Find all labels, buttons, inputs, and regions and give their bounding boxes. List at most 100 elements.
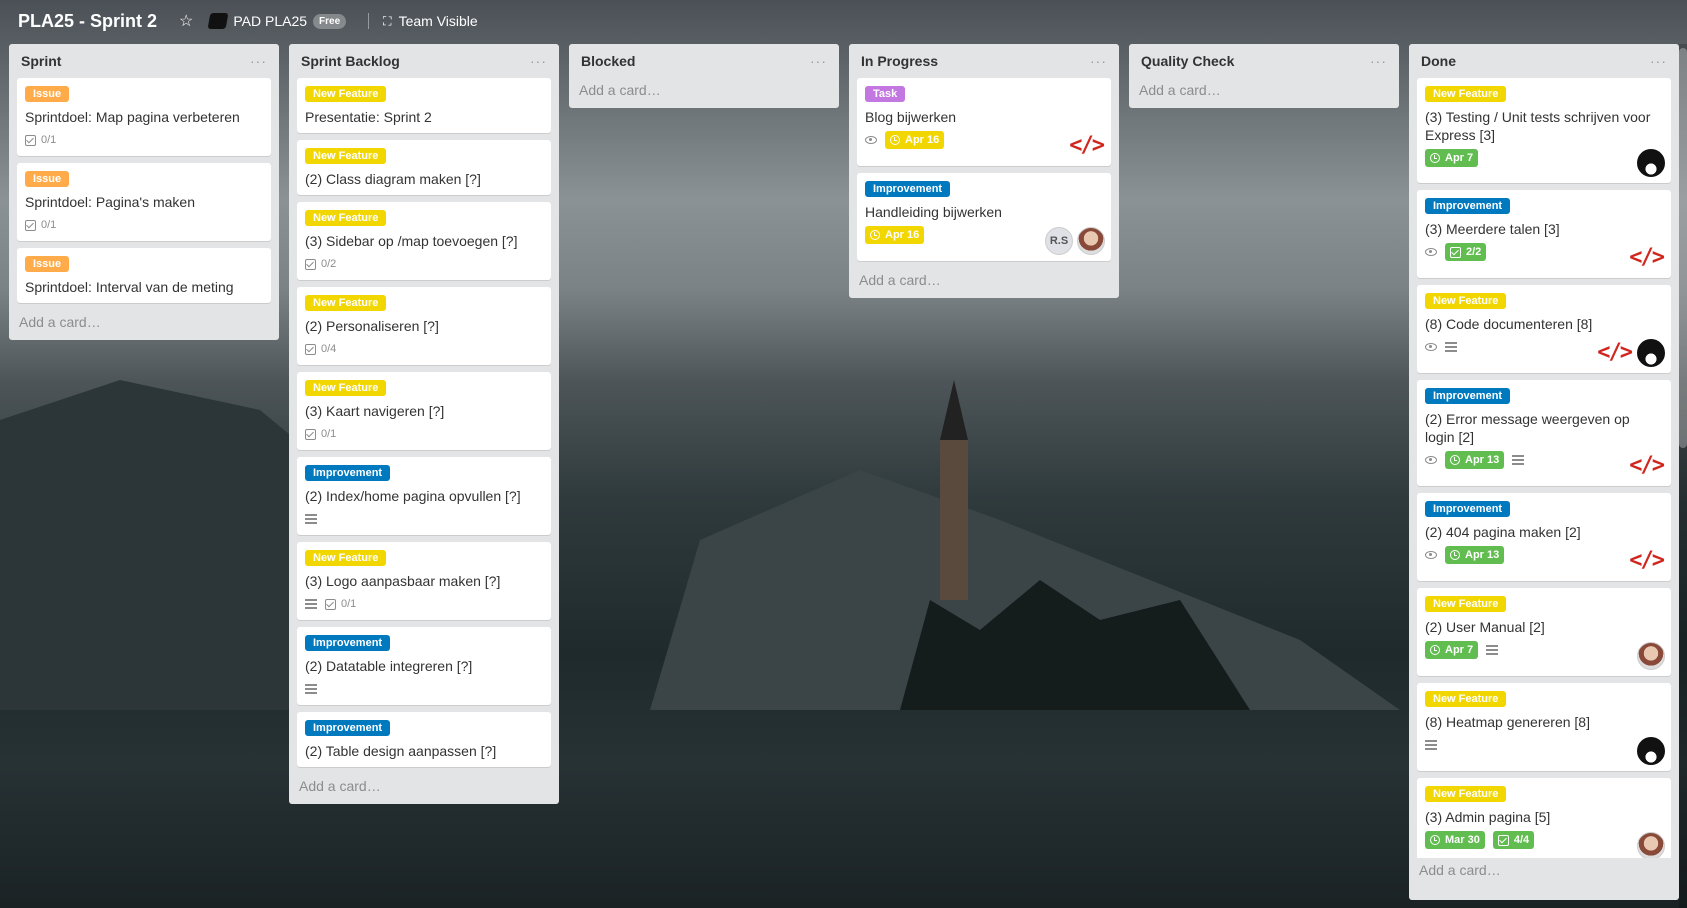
card[interactable]: Issue Sprintdoel: Pagina's maken 0/1 (17, 163, 271, 241)
due-date-badge[interactable]: Mar 30 (1425, 831, 1485, 849)
visibility-button[interactable]: ⛶ Team Visible (383, 13, 478, 29)
card[interactable]: Task Blog bijwerken Apr 16 </> (857, 78, 1111, 166)
card[interactable]: New Feature (3) Testing / Unit tests schr… (1417, 78, 1671, 183)
card[interactable]: Improvement (2) 404 pagina maken [2] Apr 1… (1417, 493, 1671, 581)
due-date-badge[interactable]: Apr 13 (1445, 546, 1505, 564)
team-icon: ⛶ (383, 13, 392, 28)
due-date-badge[interactable]: Apr 7 (1425, 149, 1479, 167)
card-label: New Feature (1425, 596, 1507, 612)
due-date-badge[interactable]: Apr 16 (865, 226, 925, 244)
board-scrollbar-thumb[interactable] (1679, 48, 1687, 448)
list-done: Done ··· New Feature (3) Testing / Unit te… (1409, 44, 1679, 900)
add-card-button[interactable]: Add a card… (297, 774, 551, 796)
card-title: (3) Meerdere talen [3] (1425, 221, 1560, 237)
code-icon: </> (1629, 245, 1665, 270)
checklist-icon (305, 258, 316, 270)
card-title: (3) Logo aanpasbaar maken [?] (305, 573, 501, 589)
add-card-button[interactable]: Add a card… (17, 310, 271, 332)
card-title: (3) Admin pagina [5] (1425, 809, 1551, 825)
code-icon: </> (1629, 548, 1665, 573)
member-avatar[interactable] (1637, 339, 1665, 367)
clock-icon (1430, 835, 1440, 845)
org-logo-icon (207, 13, 229, 29)
checklist-badge: 2/2 (1445, 243, 1487, 261)
star-icon[interactable]: ☆ (179, 11, 193, 31)
card-label: Issue (25, 86, 70, 102)
card[interactable]: Improvement (2) Datatable integreren [?] (297, 627, 551, 705)
card[interactable]: Improvement (2) Table design aanpassen [?… (297, 712, 551, 767)
checklist-badge: 0/2 (305, 258, 336, 270)
card[interactable]: New Feature (8) Heatmap genereren [8] (1417, 683, 1671, 771)
card[interactable]: Issue Sprintdoel: Interval van de meting (17, 248, 271, 303)
card[interactable]: Improvement (2) Index/home pagina opvulle… (297, 457, 551, 535)
org-button[interactable]: PAD PLA25 Free (207, 13, 347, 29)
card[interactable]: Issue Sprintdoel: Map pagina verbeteren 0/… (17, 78, 271, 156)
list-blocked: Blocked ··· Add a card… (569, 44, 839, 108)
checklist-icon (325, 598, 336, 610)
card-title: (2) Personaliseren [?] (305, 318, 439, 334)
add-card-button[interactable]: Add a card… (857, 268, 1111, 290)
list-title[interactable]: Quality Check (1141, 53, 1234, 69)
card[interactable]: New Feature (8) Code documenteren [8] </> (1417, 285, 1671, 373)
list-title[interactable]: Sprint (21, 53, 61, 69)
card[interactable]: New Feature (3) Admin pagina [5] Mar 30 4/4 (1417, 778, 1671, 858)
list-title[interactable]: Sprint Backlog (301, 53, 400, 69)
card-title: (2) 404 pagina maken [2] (1425, 524, 1581, 540)
add-card-button[interactable]: Add a card… (577, 78, 831, 100)
member-avatar[interactable] (1637, 832, 1665, 858)
card[interactable]: New Feature (3) Logo aanpasbaar maken [?]… (297, 542, 551, 620)
card[interactable]: New Feature (3) Kaart navigeren [?] 0/1 (297, 372, 551, 450)
card[interactable]: New Feature (2) User Manual [2] Apr 7 (1417, 588, 1671, 676)
watch-icon (1425, 456, 1437, 464)
due-date-badge[interactable]: Apr 16 (885, 131, 945, 149)
due-date: Apr 16 (885, 229, 920, 241)
checklist-badge: 0/1 (25, 134, 56, 146)
card[interactable]: New Feature (3) Sidebar op /map toevoegen… (297, 202, 551, 280)
add-card-button[interactable]: Add a card… (1137, 78, 1391, 100)
member-avatar[interactable] (1637, 642, 1665, 670)
list-menu-icon[interactable]: ··· (810, 53, 827, 69)
done-cards-scroll[interactable]: New Feature (3) Testing / Unit tests schr… (1417, 78, 1671, 858)
org-plan-badge: Free (313, 13, 347, 29)
watch-icon (1425, 248, 1437, 256)
description-icon (305, 684, 317, 694)
card-title: (2) Class diagram maken [?] (305, 171, 481, 187)
card-title: Presentatie: Sprint 2 (305, 109, 432, 125)
description-icon (1512, 455, 1525, 465)
card-title: (8) Heatmap genereren [8] (1425, 714, 1590, 730)
list-menu-icon[interactable]: ··· (1090, 53, 1107, 69)
header-divider (368, 13, 370, 29)
checklist-count: 0/4 (321, 343, 337, 355)
list-title[interactable]: Done (1421, 53, 1456, 69)
member-avatar[interactable] (1637, 149, 1665, 177)
board-title[interactable]: PLA25 - Sprint 2 (18, 11, 157, 32)
due-date-badge[interactable]: Apr 13 (1445, 451, 1505, 469)
card[interactable]: New Feature (2) Personaliseren [?] 0/4 (297, 287, 551, 365)
card-title: (2) User Manual [2] (1425, 619, 1545, 635)
list-menu-icon[interactable]: ··· (1370, 53, 1387, 69)
checklist-badge: 0/1 (305, 428, 336, 440)
watch-icon (1425, 551, 1437, 559)
list-title[interactable]: In Progress (861, 53, 938, 69)
card-title: Blog bijwerken (865, 109, 957, 125)
card[interactable]: Improvement Handleiding bijwerken Apr 16 R.… (857, 173, 1111, 261)
checklist-count: 4/4 (1513, 834, 1530, 846)
card-label: New Feature (1425, 786, 1507, 802)
card[interactable]: Improvement (3) Meerdere talen [3] 2/2 </> (1417, 190, 1671, 278)
card[interactable]: New Feature Presentatie: Sprint 2 (297, 78, 551, 133)
description-icon (1486, 645, 1499, 655)
list-menu-icon[interactable]: ··· (250, 53, 267, 69)
list-menu-icon[interactable]: ··· (530, 53, 547, 69)
list-title[interactable]: Blocked (581, 53, 635, 69)
add-card-button[interactable]: Add a card… (1417, 858, 1671, 880)
clock-icon (1430, 153, 1440, 163)
card[interactable]: Improvement (2) Error message weergeven o… (1417, 380, 1671, 486)
due-date-badge[interactable]: Apr 7 (1425, 641, 1479, 659)
list-menu-icon[interactable]: ··· (1650, 53, 1667, 69)
watch-icon (865, 136, 877, 144)
member-avatar[interactable] (1637, 737, 1665, 765)
card-label: Improvement (1425, 198, 1511, 214)
card[interactable]: New Feature (2) Class diagram maken [?] (297, 140, 551, 195)
member-avatar[interactable] (1077, 227, 1105, 255)
member-avatar[interactable]: R.S (1045, 227, 1073, 255)
